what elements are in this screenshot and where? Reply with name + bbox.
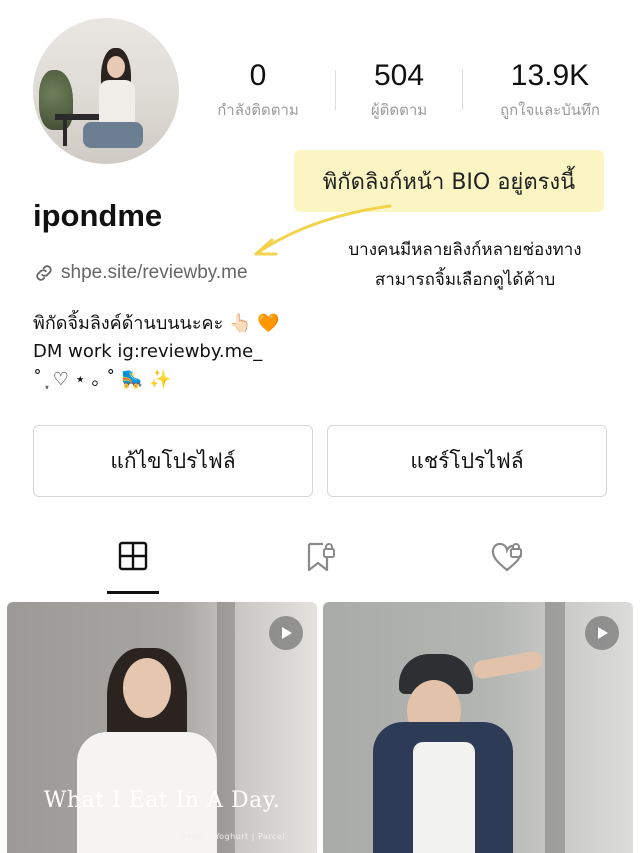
tab-posts[interactable] <box>103 540 163 596</box>
sparkles-icon: ✨ <box>149 369 172 390</box>
avatar-table <box>55 114 101 120</box>
stat-following-value: 0 <box>249 59 267 92</box>
heart-lock-icon <box>491 542 522 572</box>
bio-line-2: DM work ig:reviewby.me_ <box>33 341 263 362</box>
edit-profile-button[interactable]: แก้ไขโปรไฟล์ <box>33 425 313 497</box>
play-icon <box>282 627 292 639</box>
annotation-note: บางคนมีหลายลิงก์หลายช่องทาง สามารถจิ้มเล… <box>310 235 620 295</box>
bio-line-3: ˚ ͙ ♡ ⋆ ｡ ˚ 🛼 ✨ <box>33 366 280 394</box>
profile-bio: พิกัดจิ้มลิงค์ด้านบนนะคะ 👆🏻 🧡 DM work ig… <box>33 310 280 394</box>
person-arm <box>471 650 545 680</box>
person-face <box>123 658 171 718</box>
play-icon <box>598 627 608 639</box>
post-subcaption: Bagel | Yoghurt | Parcel <box>180 832 285 841</box>
person-tank <box>413 742 475 853</box>
bookmark-lock-icon <box>307 542 335 572</box>
stat-followers-value: 504 <box>373 59 425 92</box>
stat-following-label: กำลังติดตาม <box>217 101 299 119</box>
bio-line-1: พิกัดจิ้มลิงค์ด้านบนนะคะ 👆🏻 🧡 <box>33 313 280 334</box>
profile-link[interactable]: shpe.site/reviewby.me <box>33 262 248 284</box>
roller-skate-icon: 🛼 <box>121 369 144 390</box>
stat-likes-saves-value: 13.9K <box>510 59 590 92</box>
bio-line-3-text: ˚ ͙ ♡ ⋆ ｡ ˚ <box>33 369 116 390</box>
share-profile-button[interactable]: แชร์โปรไฟล์ <box>327 425 607 497</box>
tab-saved[interactable] <box>290 540 350 596</box>
stat-followers-label: ผู้ติดตาม <box>370 101 428 119</box>
tab-liked[interactable] <box>477 540 537 596</box>
post-caption: What I Eat In A Day. <box>43 788 281 813</box>
link-icon <box>36 265 52 281</box>
active-tab-indicator <box>107 591 159 594</box>
grid-icon <box>118 541 148 571</box>
avatar-table-leg <box>63 118 67 146</box>
avatar-face <box>107 56 125 78</box>
avatar-plant <box>39 70 73 130</box>
annotation-note-line1: บางคนมีหลายลิงก์หลายช่องทาง <box>348 240 582 260</box>
avatar-body <box>99 80 135 124</box>
profile-link-text: shpe.site/reviewby.me <box>61 262 248 283</box>
post-tile[interactable]: What I Eat In A Day. Bagel | Yoghurt | P… <box>7 602 317 853</box>
stat-likes-saves[interactable]: 13.9K ถูกใจและบันทึก <box>485 58 615 122</box>
window-frame <box>545 602 565 853</box>
play-button[interactable] <box>585 616 619 650</box>
profile-username: ipondme <box>33 198 163 233</box>
stat-likes-saves-label: ถูกใจและบันทึก <box>500 101 600 119</box>
stat-following[interactable]: 0 กำลังติดตาม <box>193 58 323 122</box>
avatar-legs <box>83 122 143 148</box>
play-button[interactable] <box>269 616 303 650</box>
window-frame <box>217 602 235 853</box>
stat-divider <box>462 70 463 110</box>
stat-followers[interactable]: 504 ผู้ติดตาม <box>334 58 464 122</box>
annotation-note-line2: สามารถจิ้มเลือกดูได้ค้าบ <box>374 270 556 290</box>
post-tile[interactable] <box>323 602 633 853</box>
profile-avatar[interactable] <box>33 18 179 164</box>
